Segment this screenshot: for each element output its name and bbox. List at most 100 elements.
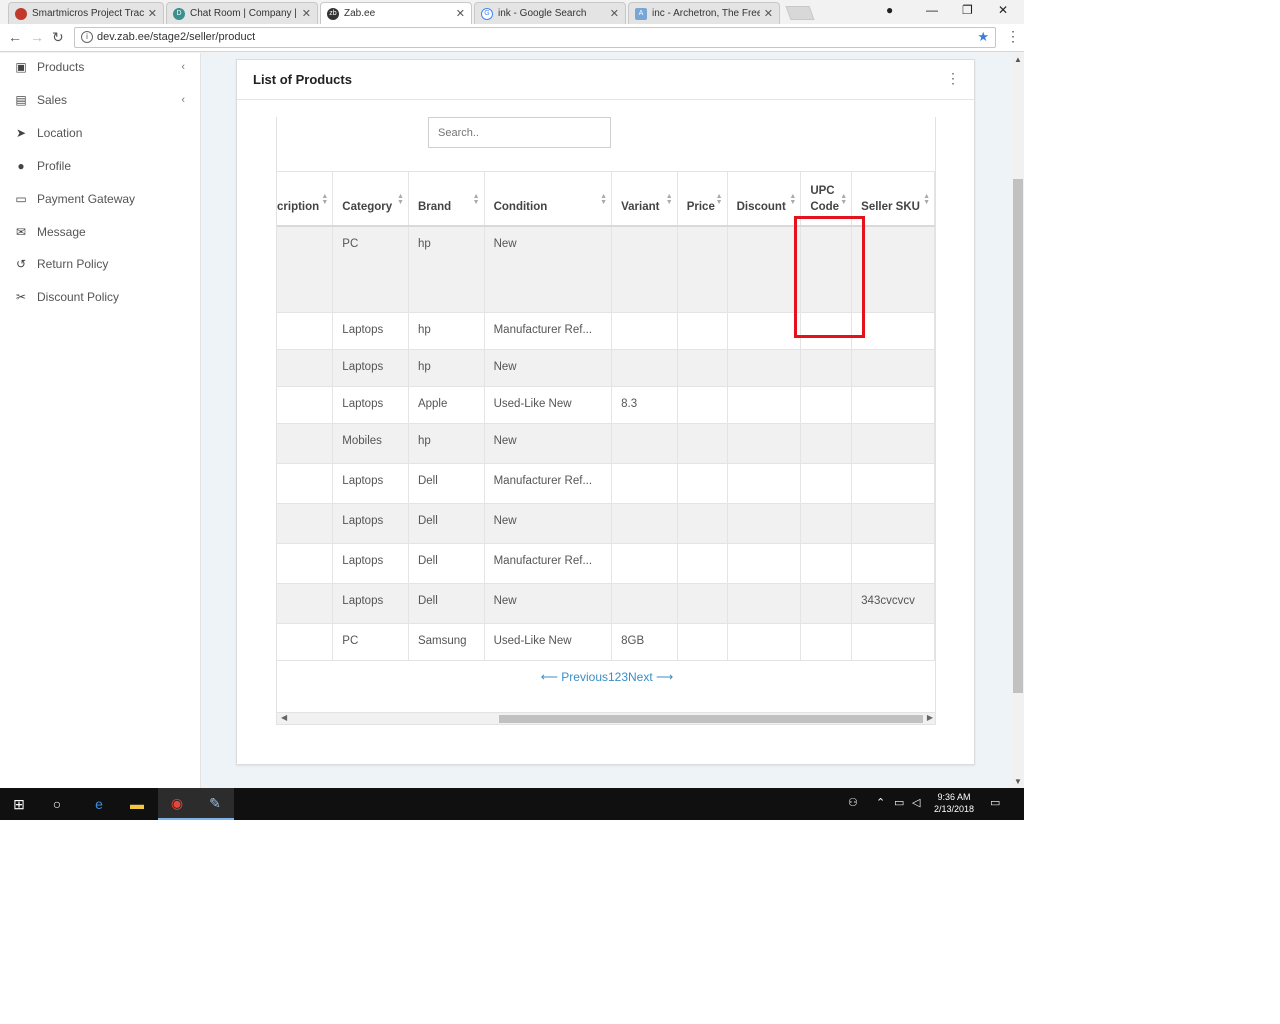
table-cell: New bbox=[484, 503, 613, 544]
table-cell: hp bbox=[408, 312, 485, 350]
kebab-menu-icon[interactable]: ⋮ bbox=[946, 70, 960, 87]
table-cell bbox=[611, 225, 678, 313]
table-cell: Manufacturer Ref... bbox=[484, 312, 613, 350]
table-cell bbox=[677, 349, 728, 387]
money-icon: ▤ bbox=[15, 93, 27, 107]
table-row[interactable]: Laptops Dell Manufacturer Ref... bbox=[277, 463, 935, 504]
sidebar-item-message[interactable]: ✉ Message bbox=[0, 221, 201, 243]
table-cell bbox=[851, 503, 935, 544]
table-cell bbox=[677, 463, 728, 504]
table-cell bbox=[727, 583, 802, 624]
column-header-description[interactable]: cription ▲ ▼ bbox=[277, 171, 334, 227]
forward-arrow-icon[interactable]: → bbox=[30, 29, 44, 45]
browser-menu-icon[interactable]: ⋮ bbox=[1006, 28, 1020, 45]
table-cell bbox=[727, 503, 802, 544]
scroll-down-icon[interactable]: ▼ bbox=[1014, 777, 1022, 786]
file-explorer-icon[interactable]: ▬ bbox=[118, 788, 156, 820]
paint-icon[interactable]: ✎ bbox=[196, 788, 234, 820]
address-bar[interactable]: i dev.zab.ee/stage2/seller/product ★ bbox=[74, 27, 996, 48]
column-header-variant[interactable]: Variant ▲ ▼ bbox=[611, 171, 678, 227]
minimize-icon[interactable]: — bbox=[926, 3, 938, 17]
bookmark-star-icon[interactable]: ★ bbox=[977, 29, 989, 45]
sidebar-item-payment-gateway[interactable]: ▭ Payment Gateway bbox=[0, 188, 201, 210]
user-icon: ● bbox=[17, 159, 25, 173]
close-icon[interactable]: ✕ bbox=[610, 7, 619, 20]
close-icon[interactable]: ✕ bbox=[456, 7, 465, 20]
sidebar-item-location[interactable]: ➤ Location bbox=[0, 122, 201, 144]
browser-tab[interactable]: D Chat Room | Company | ✕ bbox=[166, 2, 318, 24]
notifications-icon[interactable]: ▭ bbox=[990, 796, 1000, 809]
pagination[interactable]: ⟵ Previous123Next ⟶ bbox=[277, 670, 935, 684]
table-row[interactable]: Laptops Apple Used-Like New 8.3 bbox=[277, 386, 935, 424]
browser-tab-active[interactable]: zb Zab.ee ✕ bbox=[320, 2, 472, 24]
table-cell: Manufacturer Ref... bbox=[484, 463, 613, 504]
table-cell bbox=[277, 225, 334, 313]
sidebar-item-profile[interactable]: ● Profile bbox=[0, 155, 201, 177]
clock[interactable]: 9:36 AM 2/13/2018 bbox=[934, 791, 974, 815]
card-header: List of Products ⋮ bbox=[237, 60, 974, 100]
vertical-scrollbar[interactable]: ▲ ▼ bbox=[1012, 53, 1024, 788]
sort-icon: ▲ ▼ bbox=[789, 193, 797, 206]
scroll-left-icon[interactable]: ◀ bbox=[281, 713, 287, 722]
url-text[interactable]: dev.zab.ee/stage2/seller/product bbox=[97, 31, 255, 43]
network-icon[interactable]: ▭ bbox=[894, 796, 904, 809]
browser-tab[interactable]: Smartmicros Project Trac ✕ bbox=[8, 2, 164, 24]
sidebar-item-label: Message bbox=[37, 225, 86, 239]
table-cell: Laptops bbox=[332, 583, 409, 624]
column-label: UPC Code bbox=[810, 184, 840, 213]
new-tab-button[interactable] bbox=[785, 6, 815, 20]
table-cell bbox=[851, 463, 935, 504]
table-row[interactable]: PC Samsung Used-Like New 8GB bbox=[277, 623, 935, 661]
people-icon[interactable]: ⚇ bbox=[848, 796, 858, 809]
windows-start-icon[interactable]: ⊞ bbox=[0, 788, 38, 820]
sidebar-item-label: Profile bbox=[37, 159, 72, 173]
column-header-category[interactable]: Category ▲ ▼ bbox=[332, 171, 409, 227]
chrome-icon[interactable]: ◉ bbox=[158, 788, 196, 820]
profile-icon[interactable]: ● bbox=[886, 3, 893, 17]
restore-icon[interactable]: ❐ bbox=[962, 3, 973, 17]
table-row[interactable]: Laptops Dell Manufacturer Ref... bbox=[277, 543, 935, 584]
scroll-right-icon[interactable]: ▶ bbox=[927, 713, 933, 722]
sidebar-item-products[interactable]: ▣ Products ‹ bbox=[0, 56, 201, 78]
sidebar-item-sales[interactable]: ▤ Sales ‹ bbox=[0, 89, 201, 111]
close-icon[interactable]: ✕ bbox=[148, 7, 157, 20]
scrollbar-thumb[interactable] bbox=[499, 715, 923, 723]
column-header-brand[interactable]: Brand ▲ ▼ bbox=[408, 171, 485, 227]
info-icon[interactable]: i bbox=[81, 31, 93, 43]
table-cell: New bbox=[484, 349, 613, 387]
table-cell bbox=[277, 543, 334, 584]
volume-icon[interactable]: ◁ bbox=[912, 796, 920, 809]
window-close-icon[interactable]: ✕ bbox=[998, 3, 1008, 17]
table-cell bbox=[611, 423, 678, 464]
search-input[interactable] bbox=[428, 117, 611, 148]
back-arrow-icon[interactable]: ← bbox=[8, 29, 22, 45]
column-header-discount[interactable]: Discount ▲ ▼ bbox=[727, 171, 802, 227]
column-label: Brand bbox=[417, 200, 452, 213]
table-cell: PC bbox=[332, 623, 409, 661]
close-icon[interactable]: ✕ bbox=[302, 7, 311, 20]
close-icon[interactable]: ✕ bbox=[764, 7, 773, 20]
browser-tab[interactable]: G ink - Google Search ✕ bbox=[474, 2, 626, 24]
table-cell bbox=[677, 386, 728, 424]
column-header-condition[interactable]: Condition ▲ ▼ bbox=[484, 171, 613, 227]
sidebar-item-label: Return Policy bbox=[37, 257, 109, 271]
table-row[interactable]: Laptops Dell New 343cvcvcv bbox=[277, 583, 935, 624]
browser-tab[interactable]: A inc - Archetron, The Free ✕ bbox=[628, 2, 780, 24]
tab-title: ink - Google Search bbox=[498, 8, 587, 19]
column-header-price[interactable]: Price ▲ ▼ bbox=[677, 171, 728, 227]
scroll-up-icon[interactable]: ▲ bbox=[1014, 55, 1022, 64]
chevron-up-icon[interactable]: ⌃ bbox=[876, 796, 885, 809]
sidebar-item-return-policy[interactable]: ↺ Return Policy bbox=[0, 253, 201, 275]
sidebar-item-discount-policy[interactable]: ✂ Discount Policy bbox=[0, 286, 201, 308]
zabee-icon: zb bbox=[327, 7, 339, 20]
edge-browser-icon[interactable]: e bbox=[80, 788, 118, 820]
horizontal-scrollbar[interactable]: ◀ ▶ bbox=[277, 712, 935, 724]
table-row[interactable]: Mobiles hp New bbox=[277, 423, 935, 464]
reload-icon[interactable]: ↻ bbox=[52, 29, 64, 46]
table-row[interactable]: Laptops hp New bbox=[277, 349, 935, 387]
table-cell bbox=[800, 583, 853, 624]
cortana-search-icon[interactable]: ○ bbox=[38, 788, 76, 820]
table-row[interactable]: Laptops Dell New bbox=[277, 503, 935, 544]
sort-icon: ▲ ▼ bbox=[665, 193, 673, 206]
scrollbar-thumb[interactable] bbox=[1013, 179, 1023, 693]
